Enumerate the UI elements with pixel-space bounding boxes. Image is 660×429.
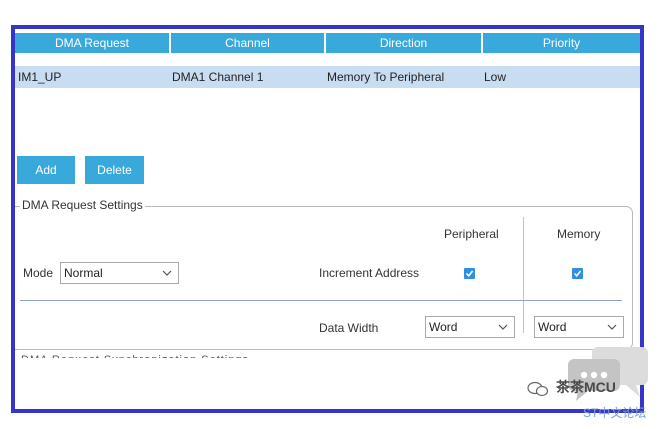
mode-select[interactable]: Normal: [60, 262, 179, 284]
table-row[interactable]: IM1_UP DMA1 Channel 1 Memory To Peripher…: [15, 66, 640, 88]
memory-column-label: Memory: [557, 227, 601, 241]
settings-group-title: DMA Request Settings: [20, 198, 145, 212]
peripheral-increment-checkbox[interactable]: [464, 268, 475, 279]
mode-label: Mode: [23, 266, 54, 280]
add-button[interactable]: Add: [17, 156, 75, 184]
cell-priority: Low: [484, 70, 507, 84]
cell-channel: DMA1 Channel 1: [172, 70, 264, 84]
peripheral-data-width-select[interactable]: Word: [425, 316, 515, 338]
delete-button[interactable]: Delete: [85, 156, 144, 184]
chevron-down-icon: [607, 324, 617, 330]
increment-address-label: Increment Address: [319, 266, 420, 280]
dma-table-header: DMA Request Channel Direction Priority: [15, 33, 640, 53]
data-width-label: Data Width: [319, 321, 379, 335]
peripheral-data-width-value: Word: [429, 320, 458, 334]
col-header-channel[interactable]: Channel: [171, 33, 326, 53]
col-header-direction[interactable]: Direction: [326, 33, 483, 53]
cell-dma-request: IM1_UP: [18, 70, 62, 84]
watermark-account-name: 茶茶MCU: [556, 379, 616, 395]
wechat-icon: [527, 381, 549, 397]
memory-data-width-value: Word: [538, 320, 567, 334]
mode-select-value: Normal: [64, 266, 103, 280]
peripheral-column-label: Peripheral: [444, 227, 499, 241]
cell-direction: Memory To Peripheral: [327, 70, 445, 84]
sync-settings-group-title-cut: DMA Request Synchronization Settings: [21, 354, 249, 358]
col-header-priority[interactable]: Priority: [483, 33, 640, 53]
watermark-forum-name: ST中文论坛: [583, 406, 647, 420]
dma-request-settings-group: DMA Request Settings Peripheral Memory M…: [15, 198, 633, 350]
memory-data-width-select[interactable]: Word: [534, 316, 624, 338]
memory-increment-checkbox[interactable]: [572, 268, 583, 279]
row-divider: [20, 300, 622, 301]
checkmark-icon: [573, 270, 582, 278]
chevron-down-icon: [498, 324, 508, 330]
column-divider: [523, 217, 524, 333]
col-header-dma-request[interactable]: DMA Request: [15, 33, 171, 53]
dma-config-panel: DMA Request Channel Direction Priority I…: [11, 25, 644, 413]
checkmark-icon: [465, 270, 474, 278]
chevron-down-icon: [162, 270, 172, 276]
